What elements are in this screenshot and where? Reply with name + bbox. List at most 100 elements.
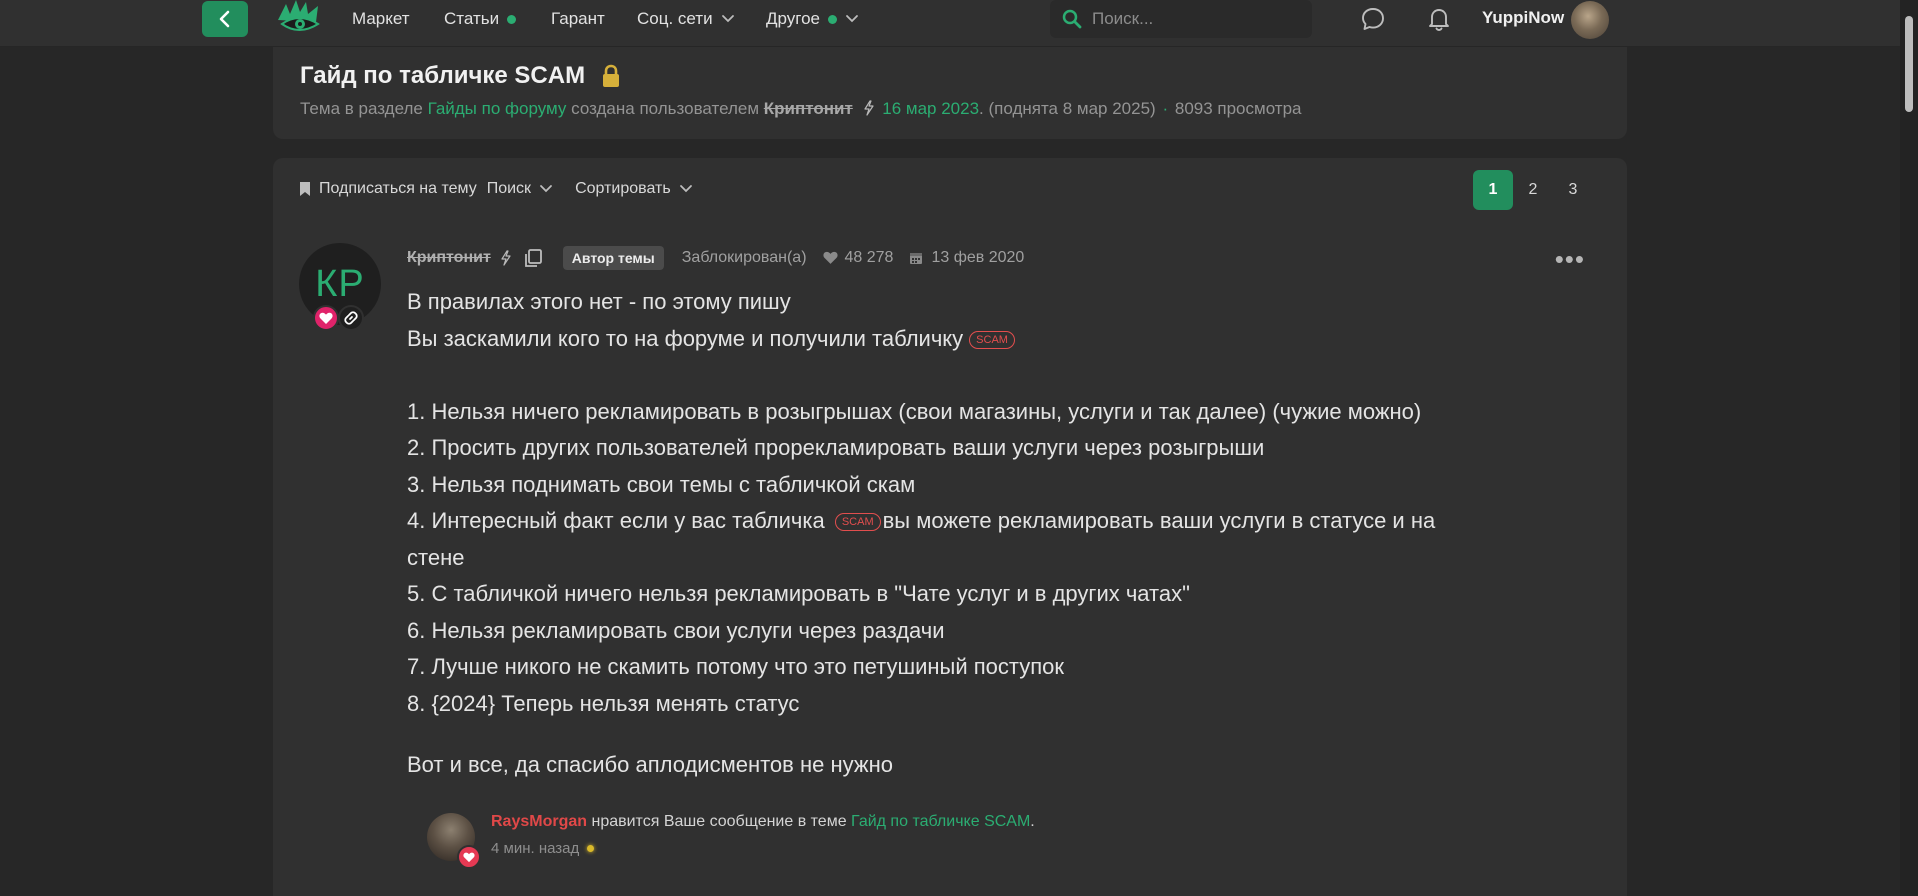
rule-2: 2. Просить других пользователей прорекла… xyxy=(407,435,1265,460)
rule-5: 5. С табличкой ничего нельзя рекламирова… xyxy=(407,581,1190,606)
copy-icon[interactable] xyxy=(523,248,543,268)
nav-guarantor[interactable]: Гарант xyxy=(551,9,605,29)
nav-articles[interactable]: Статьи xyxy=(444,9,517,29)
thread-author-tag: Автор темы xyxy=(562,246,664,270)
thread-header: Гайд по табличке SCAM Тема в разделе Гай… xyxy=(273,47,1627,139)
rule-3: 3. Нельзя поднимать свои темы с табличко… xyxy=(407,471,916,497)
lightning-icon xyxy=(863,100,874,116)
page-3-button[interactable]: 3 xyxy=(1553,170,1593,210)
bookmark-icon xyxy=(300,182,310,196)
heart-badge xyxy=(313,305,339,331)
rule-1: 1. Нельзя ничего рекламировать в розыгры… xyxy=(407,398,1422,424)
new-indicator-dot xyxy=(507,14,517,24)
bumped-date: . (поднята 8 мар 2025) xyxy=(979,99,1156,118)
lightning-icon xyxy=(501,250,511,266)
page-2-button[interactable]: 2 xyxy=(1513,170,1553,210)
thread-author-link[interactable]: Криптонит xyxy=(764,99,853,118)
page-scrollbar[interactable] xyxy=(1900,0,1918,896)
nav-articles-label: Статьи xyxy=(444,9,500,28)
chevron-down-icon xyxy=(679,185,692,193)
meta-created-by: создана пользователем xyxy=(571,99,760,118)
user-avatar[interactable] xyxy=(1571,1,1609,39)
heart-icon xyxy=(319,312,333,324)
rule-6: 6. Нельзя рекламировать свои услуги чере… xyxy=(407,617,945,643)
nav-other[interactable]: Другое xyxy=(766,9,859,29)
meta-separator: · xyxy=(1162,99,1169,118)
page-1-button[interactable]: 1 xyxy=(1473,170,1513,210)
view-count: 8093 просмотра xyxy=(1174,99,1302,118)
rule-4-continued: стене xyxy=(407,544,465,570)
scam-tag: SCAM xyxy=(834,513,881,531)
link-badge xyxy=(338,305,364,331)
notification-suffix: . xyxy=(1030,813,1035,830)
notifications-bell-icon[interactable] xyxy=(1426,6,1452,32)
author-avatar-initials: КР xyxy=(315,262,365,305)
thread-title: Гайд по табличке SCAM xyxy=(300,62,621,90)
search-placeholder: Поиск... xyxy=(1092,9,1154,28)
scrollbar-thumb[interactable] xyxy=(1905,16,1913,112)
section-link[interactable]: Гайды по форуму xyxy=(428,99,567,118)
post-line-text: Вы заскамили кого то на форуме и получил… xyxy=(407,325,964,351)
chevron-down-icon xyxy=(846,15,858,23)
notification-text: RaysMorgan нравится Ваше сообщение в тем… xyxy=(491,813,1035,831)
nav-other-label: Другое xyxy=(766,9,821,28)
like-count: 48 278 xyxy=(844,249,894,266)
nav-market[interactable]: Маркет xyxy=(352,9,410,29)
search-icon xyxy=(1062,9,1082,29)
nav-social[interactable]: Соц. сети xyxy=(637,9,735,29)
sort-dropdown[interactable]: Сортировать xyxy=(575,180,693,198)
notification-heart-badge xyxy=(457,845,481,869)
chevron-left-icon xyxy=(219,10,230,28)
rule-7: 7. Лучше никого не скамить потому что эт… xyxy=(407,654,1065,679)
post-line: Вы заскамили кого то на форуме и получил… xyxy=(407,321,1607,358)
thread-toolbar: Подписаться на тему Поиск Сортировать xyxy=(299,180,715,198)
subscribe-label: Подписаться на тему xyxy=(319,180,477,197)
nav-social-label: Соц. сети xyxy=(637,9,713,28)
chevron-down-icon xyxy=(540,185,552,193)
thread-title-text: Гайд по табличке SCAM xyxy=(300,62,586,89)
messages-icon[interactable] xyxy=(1360,6,1386,32)
rule-4-part-1: 4. Интересный факт если у вас табличка xyxy=(407,508,825,533)
more-options-button[interactable]: ••• xyxy=(1555,244,1585,275)
post-author-link[interactable]: Криптонит xyxy=(407,249,491,267)
nav-guarantor-label: Гарант xyxy=(551,9,605,28)
thread-meta: Тема в разделе Гайды по форуму создана п… xyxy=(300,99,1301,119)
link-icon xyxy=(344,311,358,325)
sparkle-icon xyxy=(587,845,595,852)
back-button[interactable] xyxy=(202,1,248,37)
meta-prefix: Тема в разделе xyxy=(300,99,423,118)
chevron-down-icon xyxy=(721,15,734,23)
post-content: В правилах этого нет - по этому пишу Вы … xyxy=(407,284,1607,784)
post-container: Подписаться на тему Поиск Сортировать 1 … xyxy=(273,158,1627,896)
scam-tag: SCAM xyxy=(969,330,1015,349)
registration-date: 13 фев 2020 xyxy=(931,249,1025,266)
sort-label: Сортировать xyxy=(575,180,671,197)
thread-search-label: Поиск xyxy=(486,180,532,197)
nav-market-label: Маркет xyxy=(352,9,410,28)
search-input[interactable]: Поиск... xyxy=(1050,0,1312,38)
subscribe-button[interactable]: Подписаться на тему xyxy=(299,180,477,198)
notification-time: 4 мин. назад xyxy=(491,840,595,857)
pagination: 1 2 3 xyxy=(1473,170,1593,210)
heart-icon xyxy=(822,251,838,264)
notification-message: нравится Ваше сообщение в теме xyxy=(591,813,847,830)
rule-4: 4. Интересный факт если у вас табличка S… xyxy=(407,503,1607,540)
current-username[interactable]: YuppiNow xyxy=(1482,8,1564,28)
thread-search-dropdown[interactable]: Поиск xyxy=(487,180,553,198)
new-indicator-dot xyxy=(828,14,838,24)
top-navigation-bar: Маркет Статьи Гарант Соц. сети Другое По… xyxy=(0,0,1900,47)
rule-8: 8. {2024} Теперь нельзя менять статус xyxy=(407,690,800,716)
thread-date[interactable]: 16 мар 2023 xyxy=(882,99,979,118)
notification-username[interactable]: RaysMorgan xyxy=(491,813,587,830)
notification-time-text: 4 мин. назад xyxy=(491,840,580,857)
like-notification[interactable]: RaysMorgan нравится Ваше сообщение в тем… xyxy=(427,813,1035,869)
closing-line: Вот и все, да спасибо аплодисментов не н… xyxy=(407,752,893,777)
site-logo[interactable] xyxy=(276,0,322,38)
notification-thread-link[interactable]: Гайд по табличке SCAM xyxy=(851,813,1030,830)
lock-icon xyxy=(603,64,620,87)
heart-icon xyxy=(463,852,475,862)
user-status: Заблокирован(а) xyxy=(681,249,807,266)
rule-4-part-2: вы можете рекламировать ваши услуги в ст… xyxy=(882,508,1436,533)
post-line: В правилах этого нет - по этому пишу xyxy=(407,289,791,314)
